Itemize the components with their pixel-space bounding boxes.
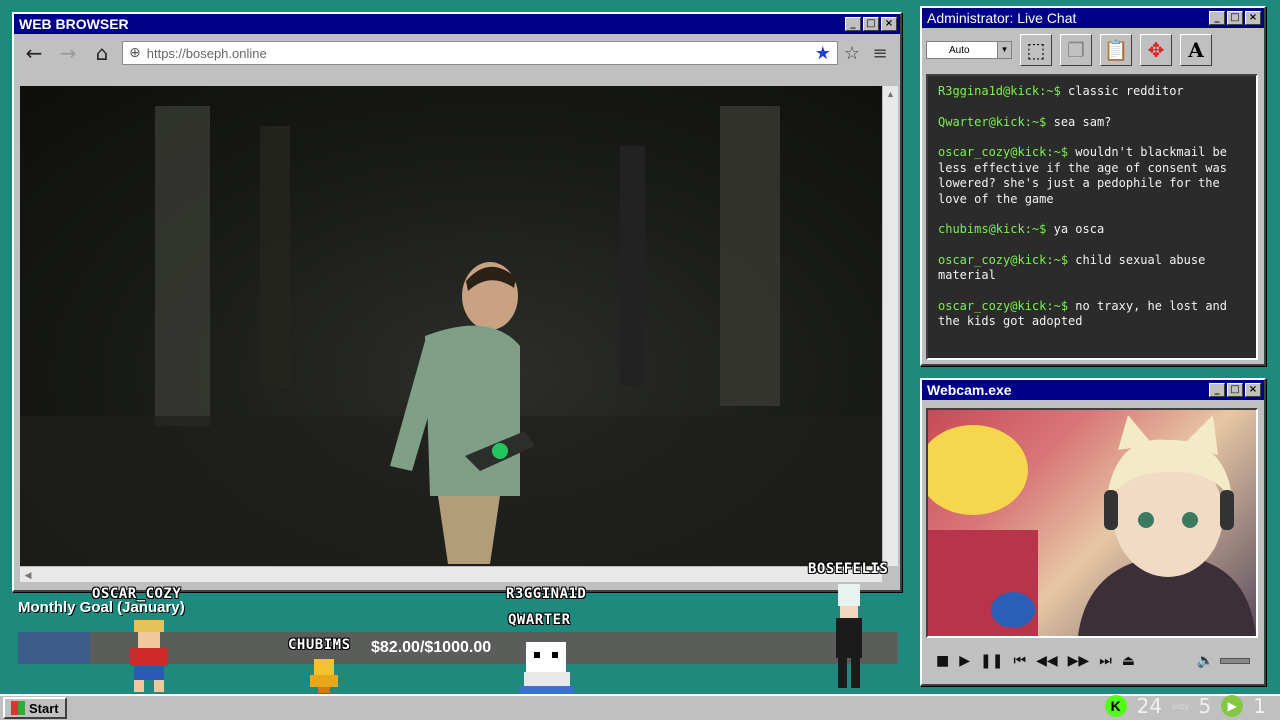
ninja-avatar-icon: [836, 584, 862, 688]
viewer-name-bosefelis: BOSEFELIS: [808, 561, 889, 577]
other-viewer-count: 1: [1253, 694, 1266, 718]
play-icon[interactable]: ▶: [959, 653, 970, 669]
eject-icon[interactable]: ⏏: [1122, 653, 1135, 669]
minimize-button[interactable]: _: [1209, 383, 1225, 397]
webcam-feed: [926, 408, 1258, 638]
copy-icon[interactable]: ❐: [1060, 34, 1092, 66]
goal-progress-fill: [18, 632, 91, 664]
viewer-tray: K 24 cozy 5 ▶ 1: [1104, 694, 1266, 718]
select-value: Auto: [949, 44, 970, 56]
kick-logo-icon: K: [1104, 695, 1127, 717]
skip-forward-icon[interactable]: ⏭: [1099, 653, 1112, 669]
webcam-titlebar[interactable]: Webcam.exe _ □ ×: [922, 380, 1264, 400]
url-text[interactable]: https://boseph.online: [147, 46, 809, 61]
rewind-icon[interactable]: ◀◀: [1036, 653, 1058, 669]
pirate-avatar-icon: [130, 620, 168, 692]
viewer-name-qwarter: QWARTER: [508, 612, 571, 628]
minimize-button[interactable]: _: [845, 17, 861, 31]
duck-avatar-icon: [310, 659, 338, 693]
browser-window: WEB BROWSER _ □ × ← → ⌂ ⊕ https://boseph…: [12, 12, 902, 592]
browser-title: WEB BROWSER: [19, 16, 129, 32]
skeleton-avatar-icon: [520, 642, 574, 694]
pause-icon[interactable]: ❚❚: [980, 653, 1003, 669]
browser-toolbar: ← → ⌂ ⊕ https://boseph.online ★ ☆ ≡: [14, 34, 900, 72]
chat-message: oscar_cozy@kick:~$ no traxy, he lost and…: [938, 299, 1246, 330]
maximize-button[interactable]: □: [1227, 383, 1243, 397]
chat-title: Administrator: Live Chat: [927, 10, 1077, 26]
chat-message: R3ggina1d@kick:~$ classic redditor: [938, 84, 1246, 100]
chat-message: oscar_cozy@kick:~$ child sexual abuse ma…: [938, 253, 1246, 284]
chat-toolbar: Auto ▼ ⬚ ❐ 📋 ✥ A: [922, 28, 1264, 72]
chat-message: oscar_cozy@kick:~$ wouldn't blackmail be…: [938, 145, 1246, 207]
chat-message: chubims@kick:~$ ya osca: [938, 222, 1246, 238]
start-button[interactable]: Start: [3, 697, 67, 719]
viewer-name-chubims: CHUBIMS: [288, 637, 351, 653]
rumble-viewer-count: 5: [1198, 694, 1212, 718]
address-bar[interactable]: ⊕ https://boseph.online ★: [122, 41, 838, 65]
viewer-name-r3ggina1d: R3GGINA1D: [506, 586, 587, 602]
volume-icon[interactable]: 🔈: [1197, 653, 1214, 669]
paste-icon[interactable]: 📋: [1100, 34, 1132, 66]
minimize-button[interactable]: _: [1209, 11, 1225, 25]
skip-back-icon[interactable]: ⏮: [1013, 653, 1026, 669]
viewer-name-oscar: OSCAR_COZY: [92, 586, 182, 602]
taskbar: Start K 24 cozy 5 ▶ 1: [0, 694, 1280, 720]
chat-username: Qwarter@kick:~$: [938, 114, 1047, 129]
chat-username: oscar_cozy@kick:~$: [938, 298, 1069, 313]
horizontal-scrollbar[interactable]: ◀: [20, 566, 882, 582]
chat-text: ya osca: [1046, 222, 1105, 236]
move-icon[interactable]: ✥: [1140, 34, 1172, 66]
back-arrow-icon[interactable]: ←: [20, 39, 48, 67]
vertical-scrollbar[interactable]: ▲: [882, 86, 898, 566]
goal-amount: $82.00/$1000.00: [371, 639, 492, 656]
scroll-left-icon[interactable]: ◀: [20, 567, 36, 583]
video-viewport[interactable]: [20, 86, 882, 566]
close-button[interactable]: ×: [881, 17, 897, 31]
forward-arrow-icon[interactable]: →: [54, 39, 82, 67]
media-controls: ■ ▶ ❚❚ ⏮ ◀◀ ▶▶ ⏭ ⏏ 🔈: [926, 646, 1258, 676]
chat-username: oscar_cozy@kick:~$: [938, 145, 1069, 159]
chat-log[interactable]: R3ggina1d@kick:~$ classic redditor Qwart…: [926, 74, 1258, 360]
maximize-button[interactable]: □: [1227, 11, 1243, 25]
chevron-down-icon[interactable]: ▼: [997, 42, 1011, 58]
bookmark-star-icon[interactable]: ★: [815, 43, 831, 64]
webcam-window: Webcam.exe _ □ × ■ ▶ ❚❚ ⏮ ◀◀ ▶▶ ⏭ ⏏ 🔈: [920, 378, 1266, 686]
volume-slider[interactable]: [1220, 658, 1250, 664]
chat-text: sea sam?: [1046, 114, 1112, 129]
favorite-star-icon[interactable]: ☆: [844, 43, 860, 64]
globe-icon: ⊕: [129, 45, 141, 61]
start-label: Start: [29, 700, 59, 716]
chat-message: Qwarter@kick:~$ sea sam?: [938, 115, 1246, 131]
browser-titlebar[interactable]: WEB BROWSER _ □ ×: [14, 14, 900, 34]
stop-icon[interactable]: ■: [936, 653, 949, 669]
cozy-label: cozy: [1172, 701, 1189, 711]
chat-username: oscar_cozy@kick:~$: [938, 252, 1069, 267]
scroll-up-icon[interactable]: ▲: [883, 86, 898, 102]
webcam-title: Webcam.exe: [927, 382, 1012, 398]
fast-forward-icon[interactable]: ▶▶: [1068, 653, 1090, 669]
rumble-logo-icon: ▶: [1221, 695, 1244, 717]
menu-icon[interactable]: ≡: [866, 43, 894, 64]
windows-logo-icon: [11, 701, 25, 715]
font-icon[interactable]: A: [1180, 34, 1212, 66]
video-scene: [20, 106, 882, 566]
chat-text: classic redditor: [1060, 84, 1184, 98]
close-button[interactable]: ×: [1245, 11, 1261, 25]
select-marquee-icon[interactable]: ⬚: [1020, 34, 1052, 66]
home-icon[interactable]: ⌂: [88, 39, 116, 67]
anime-avatar-image: [928, 415, 1256, 636]
maximize-button[interactable]: □: [863, 17, 879, 31]
close-button[interactable]: ×: [1245, 383, 1261, 397]
font-size-select[interactable]: Auto ▼: [926, 41, 1012, 59]
chat-username: chubims@kick:~$: [938, 222, 1047, 236]
live-chat-window: Administrator: Live Chat _ □ × Auto ▼ ⬚ …: [920, 6, 1266, 366]
kick-viewer-count: 24: [1136, 694, 1163, 718]
chat-titlebar[interactable]: Administrator: Live Chat _ □ ×: [922, 8, 1264, 28]
chat-username: R3ggina1d@kick:~$: [938, 84, 1061, 98]
